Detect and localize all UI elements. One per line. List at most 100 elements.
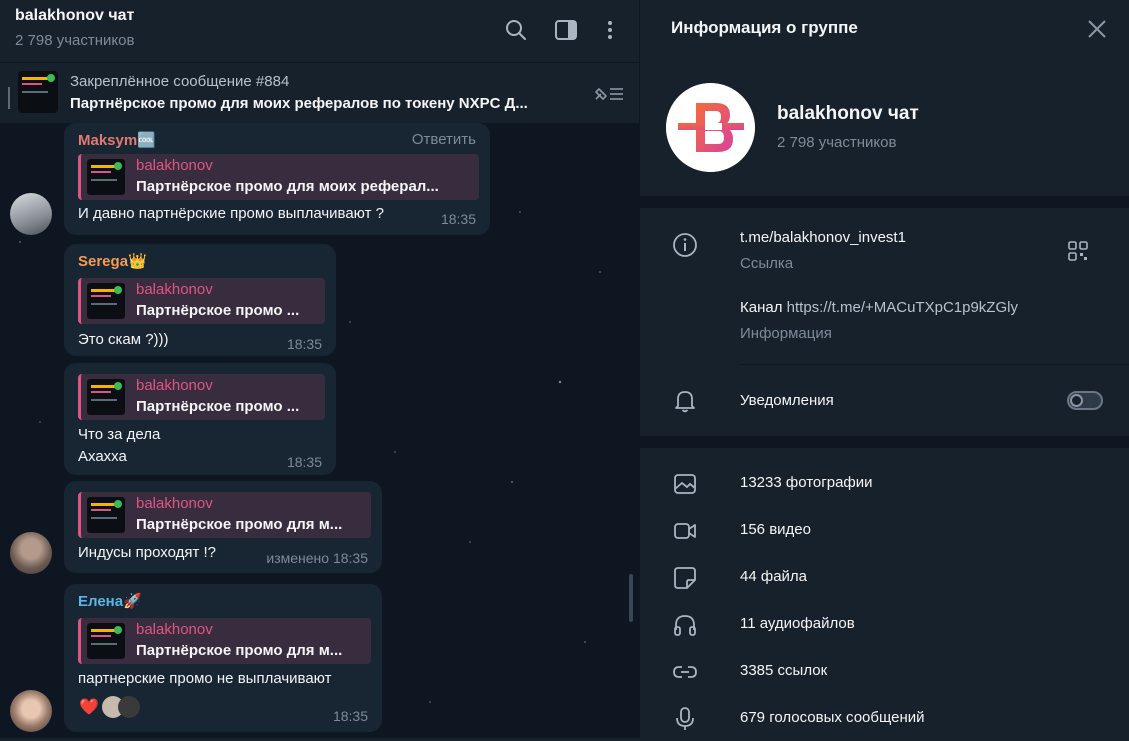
group-description: Канал https://t.me/+MACuTXpC1p9kZGly	[740, 299, 1018, 316]
bell-icon	[675, 391, 695, 413]
message-text-line: Что за дела	[78, 426, 161, 443]
avatar[interactable]	[10, 690, 52, 732]
chat-header[interactable]: balakhonov чат 2 798 участников	[0, 0, 639, 62]
reply-quote[interactable]: balakhonov Партнёрское промо для м...	[78, 492, 371, 538]
photo-icon	[674, 474, 696, 494]
reply-quote[interactable]: balakhonov Партнёрское промо ...	[78, 374, 325, 420]
toggle-knob	[1070, 394, 1083, 407]
message-bubble[interactable]: Serega👑 balakhonov Партнёрское промо ...…	[64, 244, 336, 356]
media-voice-row[interactable]: 679 голосовых сообщений	[640, 697, 1129, 741]
message-time: 18:35	[332, 708, 368, 724]
media-label: 13233 фотографии	[740, 474, 873, 491]
more-menu-icon[interactable]	[598, 18, 622, 42]
pinned-message-bar[interactable]: Закреплённое сообщение #884 Партнёрское …	[0, 62, 639, 123]
group-info-panel: Информация о группе balakhonov чат 2 798…	[639, 0, 1129, 738]
section-divider	[640, 196, 1129, 208]
reactor-avatar	[118, 696, 140, 718]
message-text: партнерские промо не выплачивают	[78, 670, 332, 687]
heart-reaction[interactable]: ❤️	[78, 696, 100, 718]
message-text: Индусы проходят !?	[78, 544, 217, 561]
notifications-toggle[interactable]	[1067, 391, 1103, 410]
chat-scrollbar[interactable]	[629, 574, 633, 622]
message-time: 18:35	[286, 336, 322, 352]
media-label: 3385 ссылок	[740, 662, 828, 679]
media-label: 11 аудиофайлов	[740, 615, 855, 632]
chat-member-count: 2 798 участников	[15, 32, 135, 49]
chat-pane: balakhonov чат 2 798 участников Закреплё…	[0, 0, 639, 738]
sender-name-text: Maksym	[78, 132, 138, 149]
media-label: 156 видео	[740, 521, 811, 538]
notifications-label: Уведомления	[740, 392, 834, 409]
quote-thumbnail	[87, 623, 125, 659]
quote-thumbnail	[87, 497, 125, 533]
quote-author: balakhonov	[136, 621, 213, 638]
reactions-bar[interactable]: ❤️	[78, 696, 140, 718]
reply-button[interactable]: Ответить	[412, 131, 476, 148]
panel-title: Информация о группе	[671, 18, 858, 37]
description-prefix: Канал	[740, 299, 783, 316]
message-bubble[interactable]: Елена🚀 balakhonov Партнёрское промо для …	[64, 584, 382, 732]
group-member-count[interactable]: 2 798 участников	[777, 134, 896, 151]
chat-title[interactable]: balakhonov чат	[15, 7, 134, 25]
close-icon[interactable]	[1086, 18, 1108, 40]
media-links-row[interactable]: 3385 ссылок	[640, 650, 1129, 694]
sender-emoji: 👑	[128, 253, 147, 270]
message-bubble[interactable]: balakhonov Партнёрское промо для м... Ин…	[64, 481, 382, 573]
quote-text: Партнёрское промо для моих реферал...	[136, 178, 439, 195]
qr-code-icon[interactable]	[1067, 240, 1089, 262]
quote-author: balakhonov	[136, 281, 213, 298]
pinned-list-icon[interactable]	[590, 83, 626, 105]
message-bubble[interactable]: balakhonov Партнёрское промо ... Что за …	[64, 363, 336, 475]
message-time: 18:35	[286, 454, 322, 470]
invite-link[interactable]: t.me/balakhonov_invest1	[740, 229, 906, 246]
quote-text: Партнёрское промо для м...	[136, 642, 343, 659]
info-icon	[673, 233, 697, 257]
section-divider	[640, 436, 1129, 448]
message-bubble[interactable]: Maksym🆒 Ответить balakhonov Партнёрское …	[64, 123, 490, 235]
sender-name[interactable]: Maksym🆒	[78, 131, 156, 149]
message-text: Это скам ?)))	[78, 331, 169, 348]
quote-author: balakhonov	[136, 157, 213, 174]
message-text-line: Ахахха	[78, 448, 127, 465]
reply-quote[interactable]: balakhonov Партнёрское промо для м...	[78, 618, 371, 664]
file-icon	[674, 567, 696, 589]
media-label: 679 голосовых сообщений	[740, 709, 925, 726]
quote-thumbnail	[87, 379, 125, 415]
pinned-thumbnail	[18, 71, 58, 113]
quote-text: Партнёрское промо для м...	[136, 516, 343, 533]
media-videos-row[interactable]: 156 видео	[640, 509, 1129, 553]
quote-thumbnail	[87, 283, 125, 319]
quote-text: Партнёрское промо ...	[136, 302, 300, 319]
sender-name[interactable]: Serega👑	[78, 252, 147, 270]
invite-link-label: Ссылка	[740, 255, 794, 272]
avatar[interactable]	[10, 193, 52, 235]
message-text: И давно партнёрские промо выплачивают ?	[78, 205, 384, 222]
group-avatar-logo[interactable]	[666, 83, 755, 172]
video-icon	[674, 523, 696, 539]
media-files-row[interactable]: 44 файла	[640, 556, 1129, 600]
link-icon	[673, 666, 697, 678]
reply-quote[interactable]: balakhonov Партнёрское промо ...	[78, 278, 325, 324]
search-icon[interactable]	[504, 18, 528, 42]
quote-author: balakhonov	[136, 377, 213, 394]
sidebar-toggle-icon[interactable]	[554, 18, 578, 42]
media-audio-row[interactable]: 11 аудиофайлов	[640, 603, 1129, 647]
avatar[interactable]	[10, 532, 52, 574]
media-label: 44 файла	[740, 568, 808, 585]
quote-thumbnail	[87, 159, 125, 195]
quote-text: Партнёрское промо ...	[136, 398, 300, 415]
sender-name[interactable]: Елена🚀	[78, 592, 142, 610]
sender-name-text: Serega	[78, 253, 129, 270]
quote-author: balakhonov	[136, 495, 213, 512]
microphone-icon	[676, 707, 694, 730]
description-link[interactable]: https://t.me/+MACuTXpC1p9kZGly	[787, 299, 1018, 316]
headphones-icon	[674, 615, 696, 636]
row-divider	[740, 364, 1129, 365]
message-time: 18:35	[440, 211, 476, 227]
pinned-text: Партнёрское промо для моих рефералов по …	[70, 95, 528, 112]
description-label: Информация	[740, 325, 832, 342]
sender-emoji: 🚀	[123, 593, 142, 610]
reply-quote[interactable]: balakhonov Партнёрское промо для моих ре…	[78, 154, 479, 200]
group-name: balakhonov чат	[777, 103, 919, 124]
media-photos-row[interactable]: 13233 фотографии	[640, 462, 1129, 506]
